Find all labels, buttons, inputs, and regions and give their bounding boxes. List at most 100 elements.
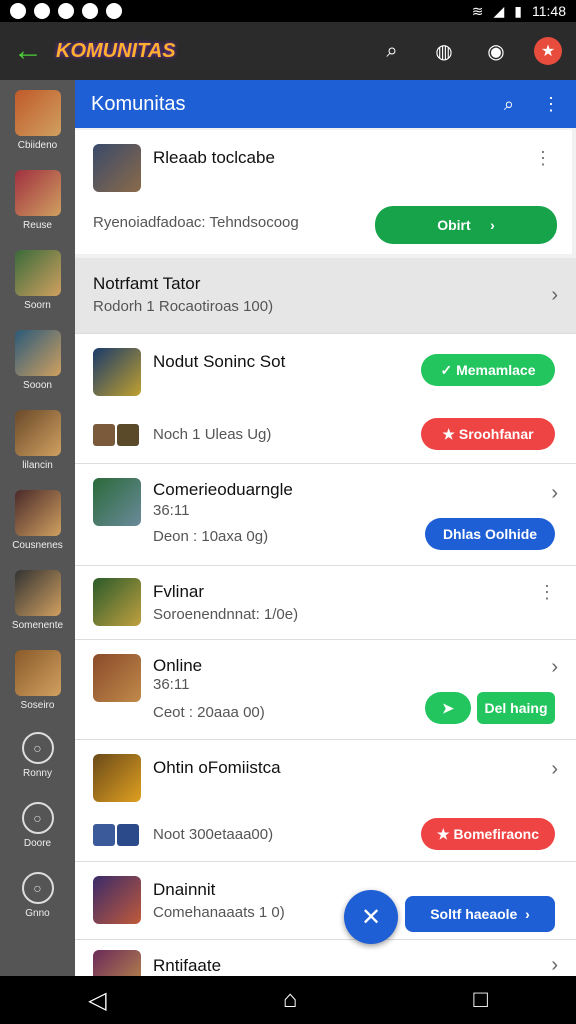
item-meta: 36:11: [153, 502, 190, 519]
sidebar-item[interactable]: Somenente: [0, 560, 75, 640]
section-subtitle: Rodorh 1 Rocaotiroas 100): [93, 298, 274, 315]
game-thumbnail: [14, 569, 61, 616]
more-vert-icon[interactable]: ⋮: [534, 148, 552, 169]
app-logo: KOMUNITAS: [56, 39, 176, 62]
sidebar-item[interactable]: ○ Ronny: [0, 720, 75, 790]
more-vert-icon[interactable]: ⋮: [538, 582, 556, 603]
sidebar-item[interactable]: Cbiideno: [0, 80, 75, 160]
game-thumbnail: [93, 754, 141, 802]
item-title: Ohtin oFomiistca: [153, 758, 281, 777]
notification-icon: [34, 3, 50, 19]
item-title: Dnainnit: [153, 880, 216, 899]
member-button[interactable]: ✓ Memamlace: [421, 354, 555, 386]
sidebar-item-label: Soorn: [24, 299, 51, 311]
sidebar-item[interactable]: lilancin: [0, 400, 75, 480]
back-icon[interactable]: ◁: [88, 986, 106, 1015]
sidebar-item[interactable]: Reuse: [0, 160, 75, 240]
game-thumbnail: [14, 489, 61, 536]
list-item[interactable]: Nodut Soninc Sot ✓ Memamlace Noch 1 Ulea…: [75, 334, 576, 464]
search-icon[interactable]: ⌕: [378, 37, 406, 65]
mini-thumbnail: [117, 824, 139, 846]
chevron-right-icon: ›: [551, 758, 558, 780]
item-title: Nodut Soninc Sot: [153, 352, 286, 371]
game-thumbnail: [93, 578, 141, 626]
sidebar-item[interactable]: Soseiro: [0, 640, 75, 720]
section-header[interactable]: Notrfamt Tator Rodorh 1 Rocaotiroas 100)…: [75, 258, 576, 334]
game-thumbnail: [14, 169, 61, 216]
list-item[interactable]: Online 36:11 Ceot : 20aaa 00) › ➤ Del ha…: [75, 640, 576, 740]
game-thumbnail: [14, 249, 61, 296]
chevron-right-icon: ›: [551, 482, 558, 504]
camera-icon[interactable]: ◉: [482, 37, 510, 65]
more-vert-icon[interactable]: ⋮: [542, 94, 560, 115]
close-icon[interactable]: ✕: [344, 890, 398, 944]
notification-icon: [106, 3, 122, 19]
signal-icon: ◢: [493, 2, 505, 19]
game-thumbnail: [93, 144, 141, 192]
sidebar-item-label: Soseiro: [20, 699, 55, 711]
sidebar-item-label: Reuse: [23, 219, 52, 231]
sidebar-item-label: lilancin: [22, 459, 53, 471]
list-item[interactable]: Fvlinar Soroenendnnat: 1/0e) ⋮: [75, 566, 576, 640]
item-meta: 36:11: [153, 676, 190, 693]
main-content: Komunitas ⌕ ⋮ Rleaab toclcabe ⋮ Ryenoiadf…: [75, 80, 576, 976]
list-item[interactable]: Rntifaate ›: [75, 940, 576, 976]
list-item[interactable]: Comerieoduarngle 36:11 Deon : 10axa 0g) …: [75, 464, 576, 566]
sidebar-item[interactable]: ○ Doore: [0, 790, 75, 860]
nav-bar: ◁ ⌂ □: [0, 976, 576, 1024]
star-icon[interactable]: ★: [534, 37, 562, 65]
chevron-right-icon: ›: [551, 284, 558, 306]
sidebar-item[interactable]: Sooon: [0, 320, 75, 400]
game-thumbnail: [93, 876, 141, 924]
top-bar: ← KOMUNITAS ⌕ ◍ ◉ ★: [0, 22, 576, 80]
boost-button[interactable]: ★ Bomefiraonc: [421, 818, 555, 850]
online-button[interactable]: Dhlas Oolhide: [425, 518, 555, 550]
solve-button[interactable]: Soltf haeaole ›: [405, 896, 555, 932]
clock: 11:48: [532, 3, 566, 19]
notification-icon: [82, 3, 98, 19]
status-bar: ≋ ◢ ▮ 11:48: [0, 0, 576, 22]
card-subtitle: Ryenoiadfadoac: Tehndsocoog: [93, 214, 299, 231]
wifi-icon: ≋: [471, 2, 484, 19]
app-bar: Komunitas ⌕ ⋮: [75, 80, 576, 128]
sidebar-item[interactable]: Cousnenes: [0, 480, 75, 560]
sidebar-item-label: Ronny: [23, 767, 52, 779]
list-item[interactable]: Ohtin oFomiistca › Noot 300etaaa00) ★ Bo…: [75, 740, 576, 862]
card-title: Rleaab toclcabe: [153, 148, 275, 167]
page-title: Komunitas: [91, 92, 186, 115]
send-icon[interactable]: ➤: [425, 692, 471, 724]
item-subtitle: Noot 300etaaa00): [153, 826, 274, 843]
list-item[interactable]: Dnainnit Comehanaaats 1 0) Soltf haeaole…: [75, 862, 576, 940]
item-subtitle: Ceot : 20aaa 00): [153, 704, 265, 721]
subscribe-button[interactable]: ★ Sroohfanar: [421, 418, 555, 450]
sidebar-item-label: Cousnenes: [12, 539, 63, 551]
back-arrow-icon[interactable]: ←: [0, 22, 56, 80]
item-title: Fvlinar: [153, 582, 205, 601]
sidebar-item[interactable]: ○ Gnno: [0, 860, 75, 930]
delete-button[interactable]: Del haing: [477, 692, 555, 724]
chevron-right-icon: ›: [551, 954, 558, 976]
home-icon[interactable]: ⌂: [283, 986, 298, 1014]
mini-thumbnail: [93, 824, 115, 846]
game-thumbnail: [93, 950, 141, 976]
search-icon[interactable]: ⌕: [504, 94, 514, 115]
chevron-right-icon: ›: [551, 656, 558, 678]
sidebar-item-label: Sooon: [23, 379, 52, 391]
recents-icon[interactable]: □: [473, 986, 488, 1014]
sidebar-item[interactable]: Soorn: [0, 240, 75, 320]
game-thumbnail: [93, 348, 141, 396]
sidebar-item-label: Cbiideno: [17, 139, 58, 151]
game-thumbnail: [14, 89, 61, 136]
sidebar: Cbiideno Reuse Soorn Sooon lilancin Cousnenes…: [0, 80, 75, 976]
game-thumbnail: [14, 409, 61, 456]
section-title: Notrfamt Tator: [93, 274, 201, 293]
game-thumbnail: [93, 654, 141, 702]
featured-card[interactable]: Rleaab toclcabe ⋮ Ryenoiadfadoac: Tehnds…: [75, 130, 572, 254]
mini-thumbnail: [93, 424, 115, 446]
sidebar-item-label: Gnno: [25, 907, 50, 919]
item-title: Online: [153, 656, 203, 675]
open-button[interactable]: Obirt ›: [375, 206, 557, 244]
item-subtitle: Comehanaaats 1 0): [153, 904, 285, 921]
notification-icon: [10, 3, 26, 19]
controller-icon[interactable]: ◍: [430, 37, 458, 65]
